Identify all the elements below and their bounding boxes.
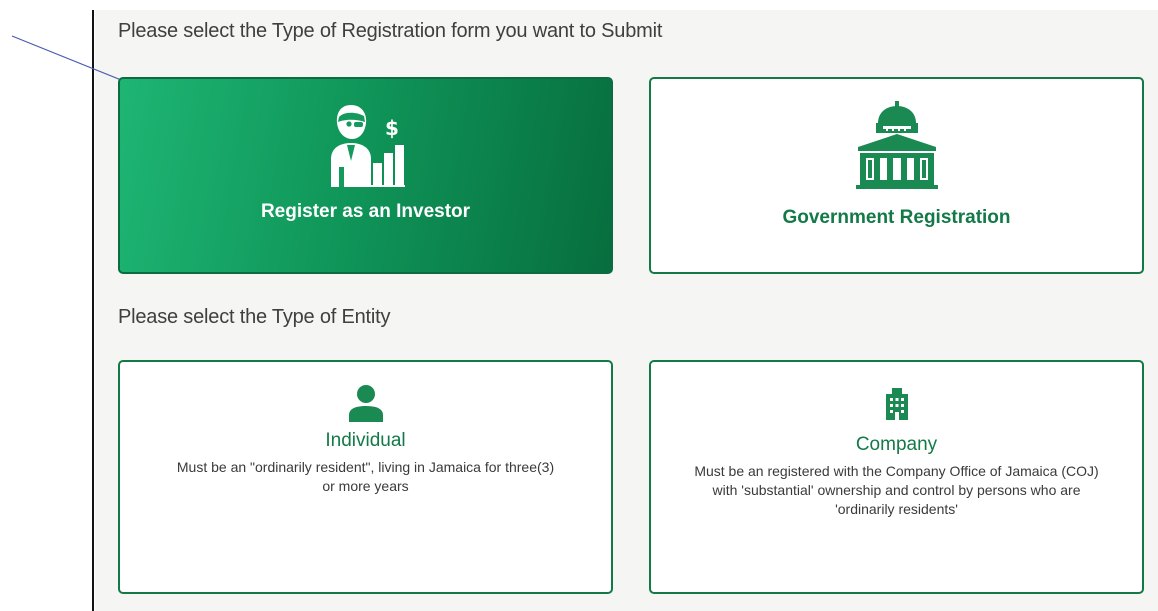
- individual-description: Must be an "ordinarily resident", living…: [176, 459, 555, 494]
- left-border-line: [92, 10, 94, 611]
- government-registration-label: Government Registration: [782, 207, 1011, 228]
- individual-label: Individual: [325, 430, 406, 451]
- company-description: Must be an registered with the Company O…: [694, 463, 1099, 517]
- registration-type-heading: Please select the Type of Registration f…: [118, 20, 663, 42]
- government-building-icon: [855, 101, 938, 189]
- office-building-icon: [885, 388, 908, 420]
- svg-text:$: $: [385, 116, 399, 140]
- individual-entity-card[interactable]: Individual Must be an "ordinarily reside…: [118, 360, 613, 594]
- register-investor-label: Register as an Investor: [260, 201, 471, 222]
- government-registration-card[interactable]: Government Registration: [649, 77, 1144, 274]
- entity-type-heading: Please select the Type of Entity: [118, 306, 391, 328]
- register-investor-card[interactable]: $ Register as an Investor: [118, 77, 613, 274]
- registration-page: Please select the Type of Registration f…: [0, 0, 1158, 611]
- investor-icon: $: [330, 105, 405, 187]
- company-entity-card[interactable]: Company Must be an registered with the C…: [649, 360, 1144, 594]
- company-label: Company: [855, 434, 938, 455]
- person-icon: [348, 385, 383, 422]
